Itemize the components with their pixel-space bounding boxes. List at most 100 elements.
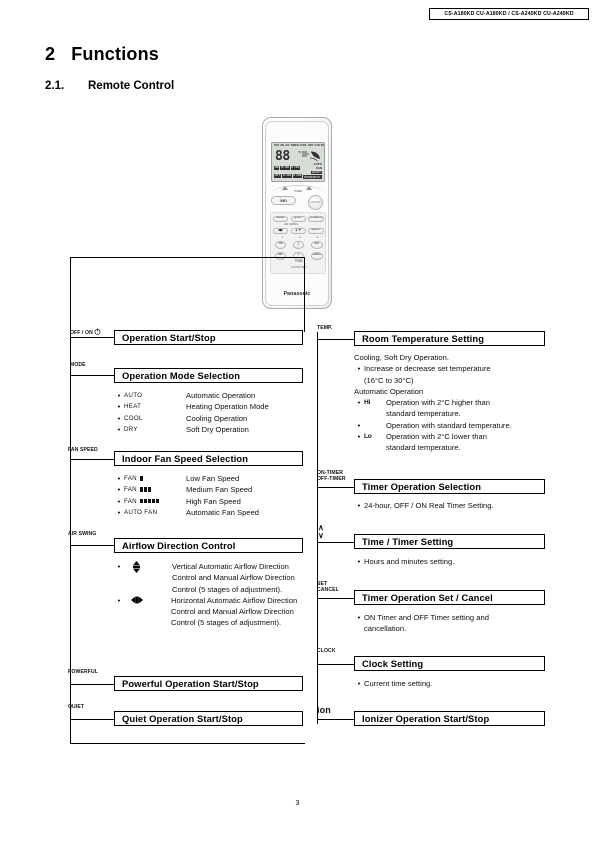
- detail-text: (16°C to 30°C): [364, 375, 414, 385]
- detail-text: Current time setting.: [364, 679, 433, 688]
- remote-control-illustration: OFF ON A/C TIMER COOL DRY FAN ION 88 °C …: [262, 117, 332, 309]
- callout-label: Clock Setting: [362, 658, 424, 669]
- remote-cancel-button[interactable]: CANCEL: [311, 251, 323, 260]
- lead-line: [70, 684, 115, 686]
- lcd-seg: 8:88: [282, 172, 292, 178]
- bullet: •: [357, 364, 361, 374]
- remote-ion-button[interactable]: ion: [271, 195, 296, 205]
- detail-list-room-temperature: Cooling, Soft Dry Operation. • Increase …: [354, 352, 550, 454]
- detail-list-timer-selection: • 24-hour, OFF / ON Real Timer Setting.: [354, 500, 550, 511]
- remote-off-timer-button[interactable]: OFF: [275, 251, 286, 260]
- remote-power-button[interactable]: OFF/ON: [308, 194, 323, 210]
- bullet: •: [117, 507, 121, 517]
- detail-list-time-setting: • Hours and minutes setting.: [354, 556, 550, 567]
- bullet: •: [117, 485, 121, 495]
- lcd-tag: ION: [320, 143, 325, 147]
- detail-row: • FAN Low Fan Speed: [114, 473, 306, 484]
- bullet: •: [117, 424, 121, 434]
- detail-text: Operation with 2°C higher than: [386, 398, 490, 408]
- fan-bars-icon: [139, 487, 152, 492]
- remote-quiet-button[interactable]: QUIET: [290, 215, 306, 222]
- remote-air-swing-vertical-button[interactable]: ▲▼: [290, 227, 306, 234]
- lcd-on-timer-row: ON 8:88 8:88: [274, 165, 300, 171]
- lcd-seg: ON: [274, 164, 280, 170]
- left-right-arrow-icon: [131, 596, 143, 604]
- detail-row: • FAN Medium Fan Speed: [114, 484, 306, 495]
- detail-row: • AUTO Automatic Operation: [114, 390, 306, 401]
- detail-row: standard temperature.: [386, 408, 550, 419]
- detail-row: Cooling, Soft Dry Operation.: [354, 352, 550, 363]
- tick-label-text: OFF / ON: [70, 330, 93, 336]
- lcd-fan-swing-icon: [302, 151, 320, 161]
- bullet: •: [357, 679, 361, 688]
- remote-powerful-button-label: POWERFUL: [308, 216, 324, 220]
- remote-set-button[interactable]: SET: [311, 240, 323, 249]
- remote-up-button[interactable]: △: [293, 240, 304, 249]
- remote-inout-button[interactable]: IN/OUT: [308, 227, 324, 234]
- remote-powerful-button[interactable]: POWERFUL: [308, 215, 324, 222]
- detail-row: standard temperature.: [386, 442, 550, 453]
- callout-indoor-fan-speed-selection: Indoor Fan Speed Selection: [114, 451, 303, 466]
- callout-label: Airflow Direction Control: [122, 540, 236, 551]
- model-code-text: CS-A180KD CU-A180KD / CS-A240KD CU-A240K…: [444, 11, 574, 17]
- remote-air-swing-horizontal-button[interactable]: ◀▶: [273, 227, 288, 234]
- detail-text: Hours and minutes setting.: [364, 557, 455, 566]
- callout-ionizer-operation: Ionizer Operation Start/Stop: [354, 711, 545, 726]
- lcd-temperature-value: 88: [275, 148, 290, 164]
- lead-line: [317, 487, 355, 489]
- detail-row: cancellation.: [364, 623, 550, 634]
- lcd-tag: DRY: [308, 143, 314, 147]
- swing-up-indicator-icon: [282, 185, 288, 190]
- tick-label-up-down: ∧ ∨: [318, 523, 324, 540]
- remote-air-swing-vertical-label: ▲▼: [294, 227, 302, 232]
- remote-inout-button-label: IN/OUT: [311, 228, 321, 232]
- detail-text: Cooling Operation: [186, 413, 248, 423]
- temp-lo-icon: Lo: [364, 433, 372, 441]
- tick-label-mode: MODE: [70, 362, 86, 368]
- callout-timer-operation-selection: Timer Operation Selection: [354, 479, 545, 494]
- tick-label-set-cancel: SET CANCEL: [317, 581, 339, 594]
- detail-key-text: FAN: [124, 497, 137, 505]
- bullet: •: [357, 398, 361, 408]
- lcd-seg: 8:88: [280, 164, 290, 170]
- detail-list-timer-set-cancel: • ON Timer and OFF Timer setting and can…: [354, 612, 550, 635]
- callout-room-temperature-setting: Room Temperature Setting: [354, 331, 545, 346]
- lcd-seg: OFF: [274, 172, 282, 178]
- detail-text: Automatic Operation: [354, 386, 424, 396]
- remote-clock-set-label: CLOCK SET: [291, 265, 307, 269]
- tick-label-quiet: QUIET: [68, 704, 85, 710]
- tick-label-air-swing: AIR SWING: [68, 531, 97, 537]
- bullet: •: [117, 413, 121, 423]
- remote-lcd-display: OFF ON A/C TIMER COOL DRY FAN ION 88 °C …: [271, 141, 325, 182]
- detail-key: [124, 595, 171, 609]
- lcd-tag: OFF: [274, 143, 280, 147]
- callout-label: Powerful Operation Start/Stop: [122, 678, 259, 689]
- lcd-badge: QUIET: [310, 169, 322, 175]
- remote-brand-logo: Panasonic: [283, 290, 311, 297]
- detail-text: Cooling, Soft Dry Operation.: [354, 353, 449, 362]
- chapter-number: 2: [45, 44, 56, 64]
- callout-label: Timer Operation Selection: [362, 481, 482, 492]
- bullet: •: [117, 474, 121, 483]
- lead-line: [317, 664, 355, 666]
- page-number: 3: [295, 800, 300, 807]
- detail-text: 24-hour, OFF / ON Real Timer Setting.: [364, 501, 494, 510]
- detail-list-airflow: • Vertical Automatic Airflow Direction C…: [114, 561, 306, 629]
- detail-row: • DRY Soft Dry Operation: [114, 424, 306, 435]
- bullet: •: [357, 432, 361, 442]
- detail-row: • Hi Operation with 2°C higher than: [354, 397, 550, 408]
- remote-timer-index-row: 123: [281, 235, 319, 239]
- swing-down-indicator-icon: [306, 185, 312, 190]
- remote-down-button[interactable]: ▽: [293, 251, 304, 260]
- detail-key: COOL: [124, 414, 143, 422]
- remote-mode-button[interactable]: MODE: [273, 215, 288, 222]
- detail-row: • ON Timer and OFF Timer setting and: [354, 612, 550, 623]
- lcd-tag: FAN: [314, 143, 320, 147]
- callout-label: Ionizer Operation Start/Stop: [362, 713, 490, 724]
- detail-key-text: FAN: [124, 486, 137, 494]
- power-icon: [95, 328, 101, 335]
- detail-row: • HEAT Heating Operation Mode: [114, 401, 306, 412]
- remote-on-timer-button[interactable]: ON: [275, 240, 286, 249]
- remote-button-panel: MODE QUIET POWERFUL AIR SWING ◀▶ ▲▼ IN/O…: [270, 211, 326, 274]
- callout-operation-mode-selection: Operation Mode Selection: [114, 368, 303, 383]
